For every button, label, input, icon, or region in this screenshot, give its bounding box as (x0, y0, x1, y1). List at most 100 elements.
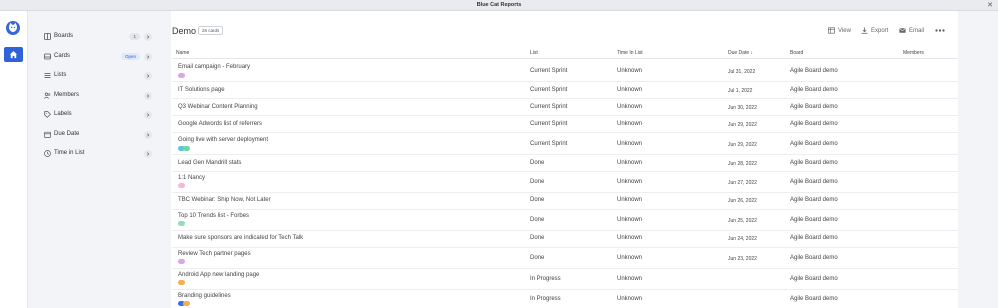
app-rail (0, 11, 28, 308)
chevron-right-icon[interactable] (144, 53, 152, 61)
tag-icon (44, 111, 51, 118)
card-name[interactable]: Review Tech partner pages (178, 251, 251, 257)
card-name[interactable]: Lead Gen Mandrill stats (178, 160, 241, 166)
sidebar-item-labels[interactable]: Labels (42, 108, 154, 122)
card-name[interactable]: 1:1 Nancy (178, 175, 205, 181)
table-row[interactable]: Email campaign - February Current Sprint… (172, 60, 958, 82)
cards-icon (44, 53, 51, 60)
card-time-in-list: Unknown (617, 217, 643, 223)
table-row[interactable]: IT Solutions page Current Sprint Unknown… (172, 82, 958, 99)
card-time-in-list: Unknown (617, 255, 643, 261)
close-icon[interactable]: ✕ (987, 1, 993, 9)
view-label: View (838, 27, 851, 34)
page-title: Demo (172, 26, 197, 36)
card-labels (178, 301, 190, 306)
card-board: Agile Board demo (790, 104, 838, 110)
table-row[interactable]: TBC Webinar: Ship Now, Not Later Done Un… (172, 193, 958, 210)
home-button[interactable] (4, 47, 23, 62)
table-view-icon (828, 27, 835, 34)
due-date-label: Due Date (728, 50, 750, 56)
card-list: Done (530, 179, 545, 185)
chevron-right-icon[interactable] (144, 72, 152, 80)
sidebar-item-label: Due Date (54, 131, 80, 137)
column-header-board[interactable]: Board (790, 50, 803, 56)
card-due-date: Jun 27, 2022 (728, 179, 757, 186)
sidebar-item-time-in-list[interactable]: Time in List (42, 147, 154, 161)
card-name[interactable]: Email campaign - February (178, 64, 250, 70)
table-row[interactable]: Review Tech partner pages Done Unknown J… (172, 248, 958, 269)
table-row[interactable]: Q3 Webinar Content Planning Current Spri… (172, 99, 958, 116)
card-name[interactable]: Going live with server deployment (178, 137, 268, 143)
export-label: Export (871, 27, 889, 34)
table-row[interactable]: Lead Gen Mandrill stats Done Unknown Jun… (172, 155, 958, 172)
sidebar-item-label: Lists (54, 72, 67, 78)
sidebar-item-cards[interactable]: Cards Open (42, 50, 154, 64)
card-labels (178, 221, 185, 226)
table-header: Name List Time In List Due Date ↓ Board … (172, 47, 958, 59)
table-row[interactable]: 1:1 Nancy Done Unknown Jun 27, 2022 Agil… (172, 172, 958, 193)
card-due-date: Jun 28, 2022 (728, 160, 757, 167)
card-name[interactable]: IT Solutions page (178, 87, 225, 93)
chevron-right-icon[interactable] (144, 131, 152, 139)
table-row[interactable]: Top 10 Trends list - Forbes Done Unknown… (172, 210, 958, 231)
card-name[interactable]: Make sure sponsors are indicated for Tec… (178, 235, 303, 241)
card-board: Agile Board demo (790, 235, 838, 241)
card-board: Agile Board demo (790, 255, 838, 261)
sidebar-item-label: Boards (54, 33, 74, 39)
table-row[interactable]: Android App new landing page In Progress… (172, 269, 958, 290)
column-header-members[interactable]: Members (903, 50, 924, 56)
card-time-in-list: Unknown (617, 141, 643, 147)
card-list: Done (530, 160, 545, 166)
column-header-name[interactable]: Name (176, 50, 189, 56)
card-list: Current Sprint (530, 87, 568, 93)
card-name[interactable]: Branding guidelines (178, 293, 231, 299)
card-list: In Progress (530, 276, 561, 282)
card-label-pill (178, 259, 185, 264)
card-list: Done (530, 217, 545, 223)
sidebar-item-members[interactable]: Members (42, 89, 154, 103)
table-row[interactable]: Google Adwords list of referrers Current… (172, 116, 958, 133)
card-board: Agile Board demo (790, 296, 838, 302)
boards-count-badge: 1 (129, 32, 140, 40)
card-label-pill (178, 221, 185, 226)
chevron-right-icon[interactable] (144, 150, 152, 158)
sidebar-item-lists[interactable]: Lists (42, 69, 154, 83)
card-board: Agile Board demo (790, 276, 838, 282)
card-board: Agile Board demo (790, 197, 838, 203)
cat-logo-icon[interactable] (6, 21, 20, 35)
sidebar-item-due-date[interactable]: Due Date (42, 128, 154, 142)
card-name[interactable]: TBC Webinar: Ship Now, Not Later (178, 197, 271, 203)
card-name[interactable]: Q3 Webinar Content Planning (178, 104, 258, 110)
card-time-in-list: Unknown (617, 276, 643, 282)
card-list: Done (530, 197, 545, 203)
card-time-in-list: Unknown (617, 235, 643, 241)
more-options-icon[interactable] (935, 27, 945, 34)
cards-status-badge: Open (120, 52, 140, 60)
card-label-pill (178, 280, 185, 285)
card-name[interactable]: Top 10 Trends list - Forbes (178, 213, 249, 219)
column-header-time-in-list[interactable]: Time In List (617, 50, 643, 56)
card-due-date: Jun 30, 2022 (728, 104, 757, 111)
card-due-date: Jun 23, 2022 (728, 255, 757, 262)
card-due-date: Jul 1, 2022 (728, 87, 753, 94)
chevron-right-icon[interactable] (144, 92, 152, 100)
card-count-badge: 26 cards (198, 26, 224, 35)
card-list: Done (530, 255, 545, 261)
card-name[interactable]: Google Adwords list of referrers (178, 121, 262, 127)
card-name[interactable]: Android App new landing page (178, 272, 259, 278)
mail-icon (899, 27, 906, 34)
card-labels (178, 146, 190, 151)
table-row[interactable]: Going live with server deployment Curren… (172, 133, 958, 155)
card-time-in-list: Unknown (617, 160, 643, 166)
card-labels (178, 73, 185, 78)
table-row[interactable]: Make sure sponsors are indicated for Tec… (172, 231, 958, 248)
chevron-right-icon[interactable] (144, 33, 152, 41)
card-due-date: Jun 29, 2022 (728, 141, 757, 148)
table-row[interactable]: Branding guidelines In Progress Unknown … (172, 290, 958, 308)
column-header-due-date[interactable]: Due Date ↓ (728, 50, 753, 56)
card-due-date: Jun 26, 2022 (728, 197, 757, 204)
window-titlebar: Blue Cat Reports ✕ (0, 0, 998, 11)
column-header-list[interactable]: List (530, 50, 538, 56)
sidebar-item-boards[interactable]: Boards 1 (42, 30, 154, 44)
chevron-right-icon[interactable] (144, 111, 152, 119)
